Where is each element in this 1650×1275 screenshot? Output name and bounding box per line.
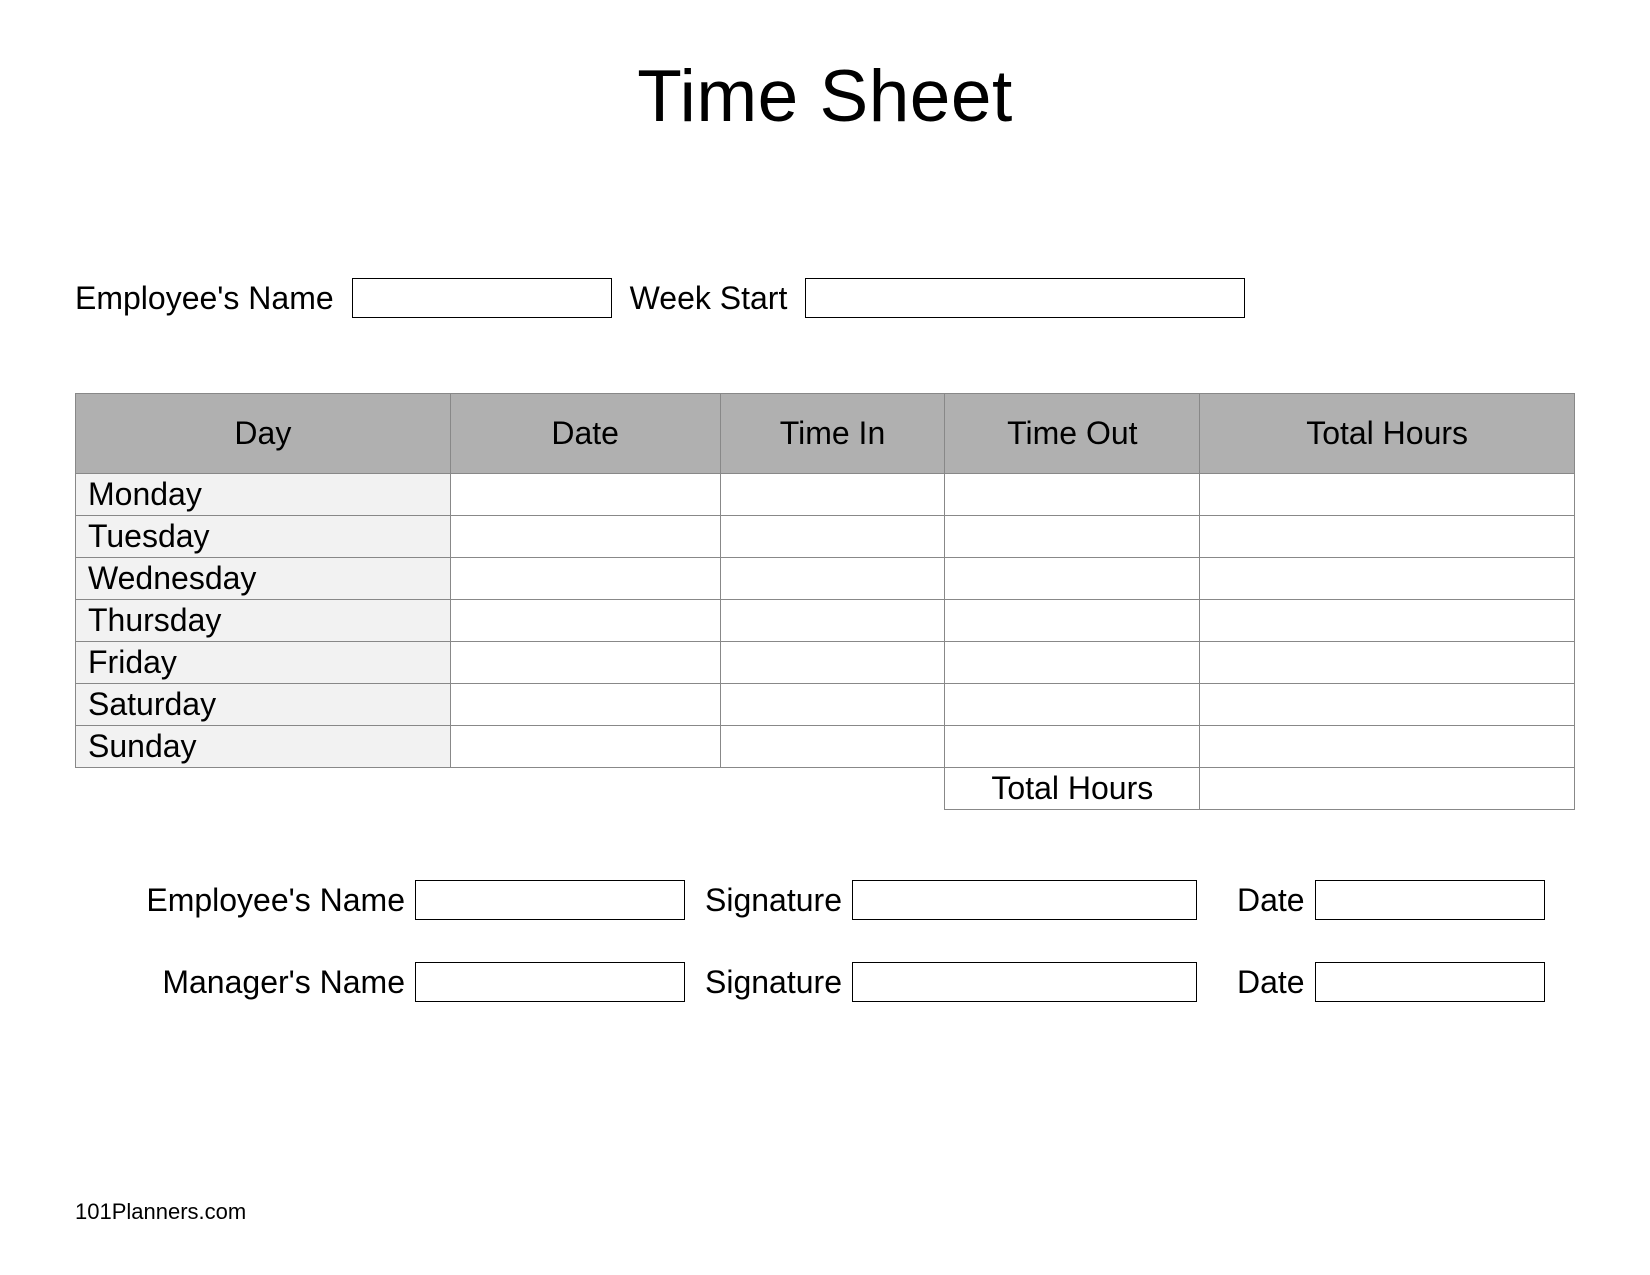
- employee-signature-field[interactable]: [852, 880, 1197, 920]
- time-in-cell[interactable]: [720, 558, 945, 600]
- employee-date-field[interactable]: [1315, 880, 1545, 920]
- table-row: Friday: [76, 642, 1575, 684]
- time-out-cell[interactable]: [945, 600, 1200, 642]
- total-hours-label: Total Hours: [945, 768, 1200, 810]
- manager-signature-field[interactable]: [852, 962, 1197, 1002]
- date-cell[interactable]: [450, 642, 720, 684]
- week-start-field[interactable]: [805, 278, 1245, 318]
- manager-signature-label: Signature: [705, 964, 842, 1001]
- header-day: Day: [76, 394, 451, 474]
- manager-name-label: Manager's Name: [105, 964, 405, 1001]
- time-in-cell[interactable]: [720, 600, 945, 642]
- time-out-cell[interactable]: [945, 558, 1200, 600]
- signature-block: Employee's Name Signature Date Manager's…: [75, 880, 1575, 1002]
- manager-name-field[interactable]: [415, 962, 685, 1002]
- table-header-row: Day Date Time In Time Out Total Hours: [76, 394, 1575, 474]
- total-row: Total Hours: [76, 768, 1575, 810]
- header-time-in: Time In: [720, 394, 945, 474]
- time-in-cell[interactable]: [720, 726, 945, 768]
- total-hours-cell[interactable]: [1200, 516, 1575, 558]
- date-cell[interactable]: [450, 726, 720, 768]
- day-cell: Tuesday: [76, 516, 451, 558]
- time-out-cell[interactable]: [945, 726, 1200, 768]
- time-out-cell[interactable]: [945, 474, 1200, 516]
- total-hours-cell[interactable]: [1200, 642, 1575, 684]
- table-row: Thursday: [76, 600, 1575, 642]
- day-cell: Wednesday: [76, 558, 451, 600]
- table-row: Tuesday: [76, 516, 1575, 558]
- table-row: Saturday: [76, 684, 1575, 726]
- table-row: Monday: [76, 474, 1575, 516]
- date-cell[interactable]: [450, 558, 720, 600]
- total-hours-value[interactable]: [1200, 768, 1575, 810]
- page-title: Time Sheet: [75, 55, 1575, 138]
- header-time-out: Time Out: [945, 394, 1200, 474]
- total-hours-cell[interactable]: [1200, 684, 1575, 726]
- time-out-cell[interactable]: [945, 642, 1200, 684]
- day-cell: Monday: [76, 474, 451, 516]
- employee-name-field[interactable]: [352, 278, 612, 318]
- time-out-cell[interactable]: [945, 684, 1200, 726]
- manager-date-label: Date: [1237, 964, 1305, 1001]
- time-out-cell[interactable]: [945, 516, 1200, 558]
- total-hours-cell[interactable]: [1200, 474, 1575, 516]
- date-cell[interactable]: [450, 600, 720, 642]
- date-cell[interactable]: [450, 684, 720, 726]
- employee-signature-label: Signature: [705, 882, 842, 919]
- header-date: Date: [450, 394, 720, 474]
- day-cell: Saturday: [76, 684, 451, 726]
- manager-signature-row: Manager's Name Signature Date: [75, 962, 1575, 1002]
- time-in-cell[interactable]: [720, 684, 945, 726]
- employee-date-label: Date: [1237, 882, 1305, 919]
- date-cell[interactable]: [450, 516, 720, 558]
- timesheet-table: Day Date Time In Time Out Total Hours Mo…: [75, 393, 1575, 810]
- week-start-label: Week Start: [630, 280, 788, 317]
- header-total-hours: Total Hours: [1200, 394, 1575, 474]
- day-cell: Sunday: [76, 726, 451, 768]
- day-cell: Friday: [76, 642, 451, 684]
- employee-name-label-2: Employee's Name: [105, 882, 405, 919]
- table-row: Wednesday: [76, 558, 1575, 600]
- total-hours-cell[interactable]: [1200, 726, 1575, 768]
- total-hours-cell[interactable]: [1200, 558, 1575, 600]
- time-in-cell[interactable]: [720, 474, 945, 516]
- footer-attribution: 101Planners.com: [75, 1199, 246, 1225]
- date-cell[interactable]: [450, 474, 720, 516]
- total-hours-cell[interactable]: [1200, 600, 1575, 642]
- employee-signature-row: Employee's Name Signature Date: [75, 880, 1575, 920]
- table-row: Sunday: [76, 726, 1575, 768]
- time-in-cell[interactable]: [720, 642, 945, 684]
- manager-date-field[interactable]: [1315, 962, 1545, 1002]
- time-in-cell[interactable]: [720, 516, 945, 558]
- top-fields: Employee's Name Week Start: [75, 278, 1575, 318]
- day-cell: Thursday: [76, 600, 451, 642]
- employee-name-label: Employee's Name: [75, 280, 334, 317]
- employee-name-field-2[interactable]: [415, 880, 685, 920]
